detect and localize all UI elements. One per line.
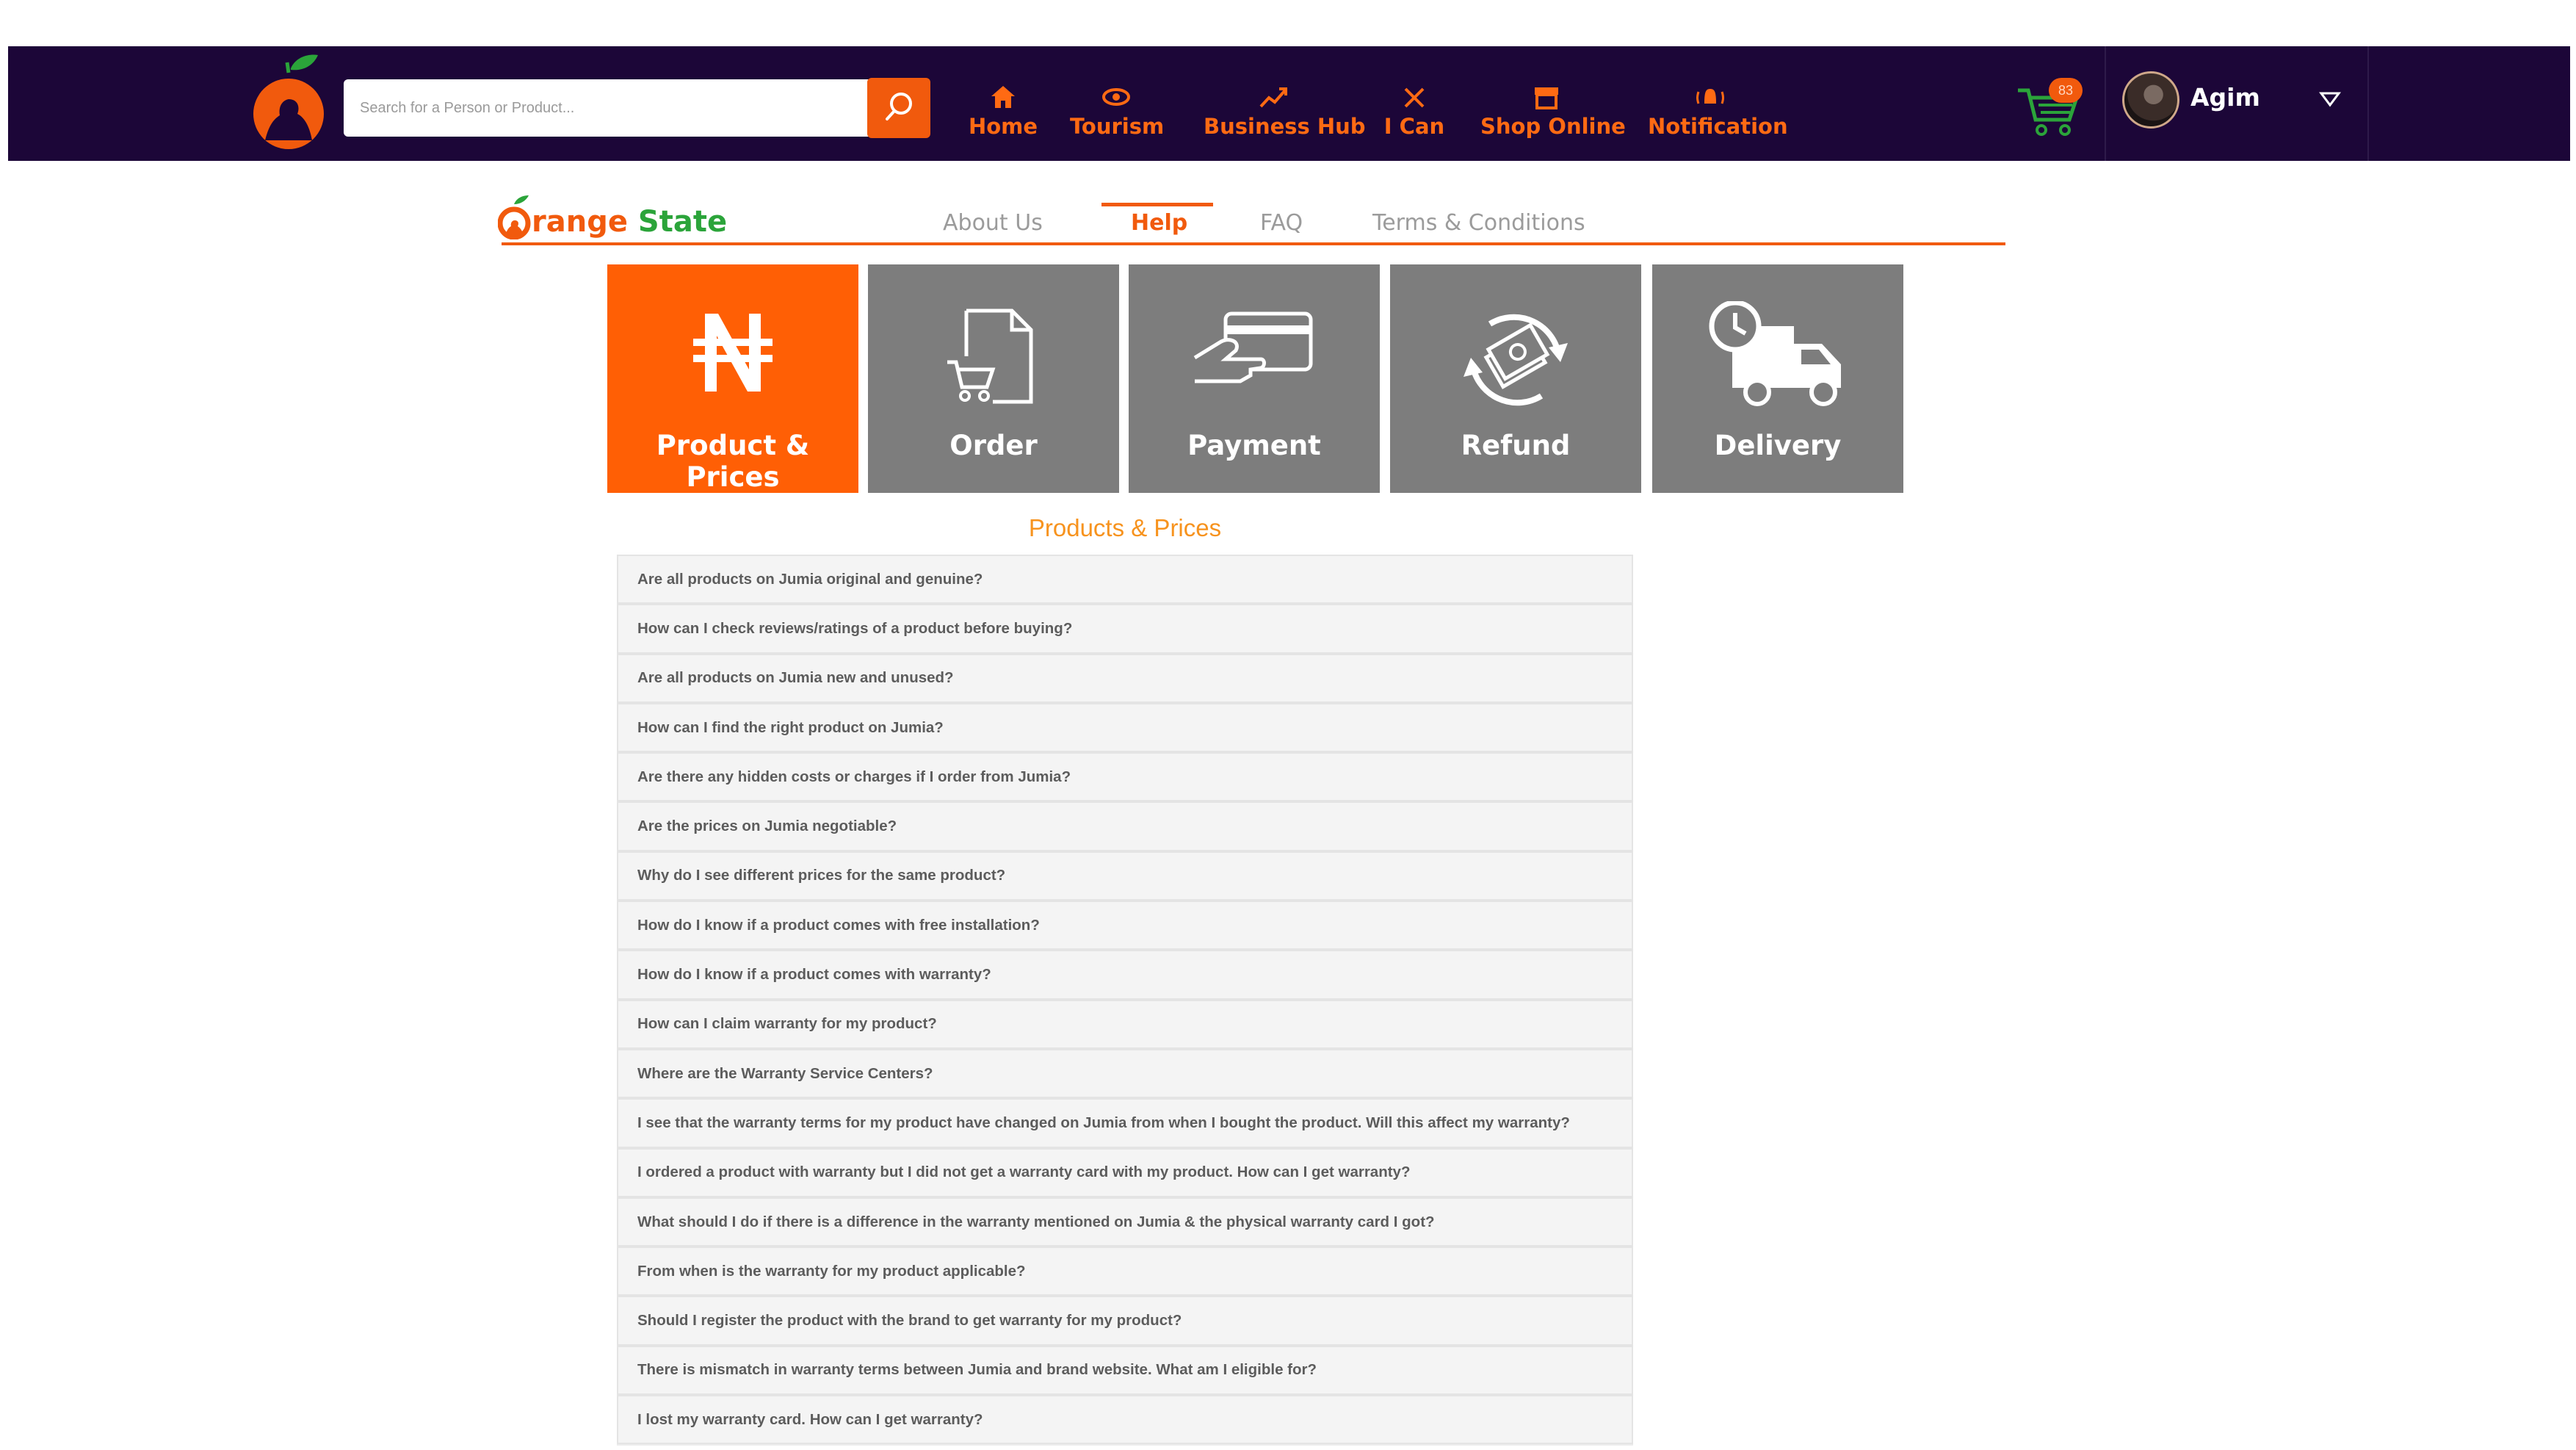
tab-terms-conditions[interactable]: Terms & Conditions [1372, 210, 1585, 236]
faq-item[interactable]: How can I claim warranty for my product? [617, 999, 1633, 1049]
nav-label: Home [968, 114, 1038, 139]
faq-item[interactable]: Are the prices on Jumia negotiable? [617, 801, 1633, 851]
faq-item[interactable]: Are all products on Jumia new and unused… [617, 653, 1633, 703]
search-icon [881, 89, 916, 128]
nav-tourism[interactable]: Tourism [1070, 84, 1165, 143]
category-label: Delivery [1714, 430, 1842, 461]
home-icon [966, 84, 1040, 111]
category-refund[interactable]: Refund [1390, 264, 1641, 493]
brand-name: range State [532, 207, 727, 237]
nav-i-can[interactable]: I Can [1381, 84, 1447, 143]
faq-item[interactable]: What should I do if there is a differenc… [617, 1197, 1633, 1247]
section-title: Products & Prices [1028, 514, 1222, 541]
brand-logo[interactable]: range State [498, 192, 727, 239]
nav-label: Tourism [1070, 114, 1165, 139]
chevron-down-icon[interactable] [2319, 90, 2341, 112]
chart-up-icon [1204, 84, 1343, 111]
nav-label: Shop Online [1480, 114, 1626, 139]
faq-list: Are all products on Jumia original and g… [617, 555, 1633, 1445]
eye-icon [1070, 84, 1162, 111]
tab-faq[interactable]: FAQ [1260, 210, 1303, 236]
faq-item[interactable]: How can I find the right product on Jumi… [617, 702, 1633, 753]
faq-item[interactable]: Where are the Warranty Service Centers? [617, 1048, 1633, 1099]
faq-item[interactable]: There is mismatch in warranty terms betw… [617, 1345, 1633, 1396]
card-payment-icon [1129, 305, 1380, 400]
faq-item[interactable]: How do I know if a product comes with fr… [617, 901, 1633, 951]
faq-item[interactable]: How do I know if a product comes with wa… [617, 950, 1633, 1000]
nav-label: I Can [1383, 114, 1445, 139]
category-payment[interactable]: Payment [1129, 264, 1380, 493]
cart-count-badge: 83 [2049, 78, 2083, 103]
orange-logo-icon[interactable] [250, 52, 331, 152]
faq-item[interactable]: I ordered a product with warranty but I … [617, 1147, 1633, 1197]
store-icon [1480, 84, 1613, 111]
nav-label: Business Hub [1204, 114, 1366, 139]
nav-shop-online[interactable]: Shop Online [1480, 84, 1626, 143]
faq-item[interactable]: How can I check reviews/ratings of a pro… [617, 604, 1633, 654]
user-name: Agim [2190, 83, 2260, 112]
faq-item[interactable]: Should I register the product with the b… [617, 1296, 1633, 1346]
tab-about-us[interactable]: About Us [943, 210, 1043, 236]
category-label: Refund [1461, 430, 1571, 461]
category-order[interactable]: Order [868, 264, 1119, 493]
brand-name-part2: State [637, 205, 728, 239]
category-delivery[interactable]: Delivery [1652, 264, 1903, 493]
category-label: Product & Prices [656, 430, 810, 493]
faq-item[interactable]: From when is the warranty for my product… [617, 1247, 1633, 1296]
bell-icon [1648, 84, 1773, 111]
search-input[interactable]: Search for a Person or Product... [344, 79, 878, 137]
faq-item[interactable]: Are all products on Jumia original and g… [617, 555, 1633, 605]
refund-cash-icon [1390, 305, 1641, 406]
category-label: Payment [1187, 430, 1321, 461]
avatar[interactable] [2122, 71, 2179, 129]
top-navigation-bar: Search for a Person or Product... Home T… [8, 46, 2570, 161]
faq-item[interactable]: Are there any hidden costs or charges if… [617, 752, 1633, 802]
faq-item[interactable]: I see that the warranty terms for my pro… [617, 1098, 1633, 1148]
nav-label: Notification [1648, 114, 1788, 139]
tools-icon [1381, 84, 1447, 111]
search-button[interactable] [867, 78, 930, 138]
order-cart-icon [868, 305, 1119, 404]
nav-notification[interactable]: Notification [1648, 84, 1788, 143]
delivery-truck-icon [1652, 301, 1903, 406]
nav-home[interactable]: Home [966, 84, 1040, 143]
category-product-prices[interactable]: Product & Prices [607, 264, 858, 493]
subnav-divider [502, 242, 2005, 245]
brand-orange-icon [498, 195, 531, 239]
tab-help[interactable]: Help [1131, 210, 1187, 236]
faq-item[interactable]: I lost my warranty card. How can I get w… [617, 1395, 1633, 1445]
category-label: Order [949, 430, 1038, 461]
brand-name-part1: range [532, 205, 628, 239]
nav-business-hub[interactable]: Business Hub [1204, 84, 1366, 143]
naira-icon [607, 305, 858, 400]
active-tab-indicator [1101, 203, 1213, 206]
user-menu[interactable]: Agim [2105, 46, 2369, 161]
faq-item[interactable]: Why do I see different prices for the sa… [617, 851, 1633, 901]
